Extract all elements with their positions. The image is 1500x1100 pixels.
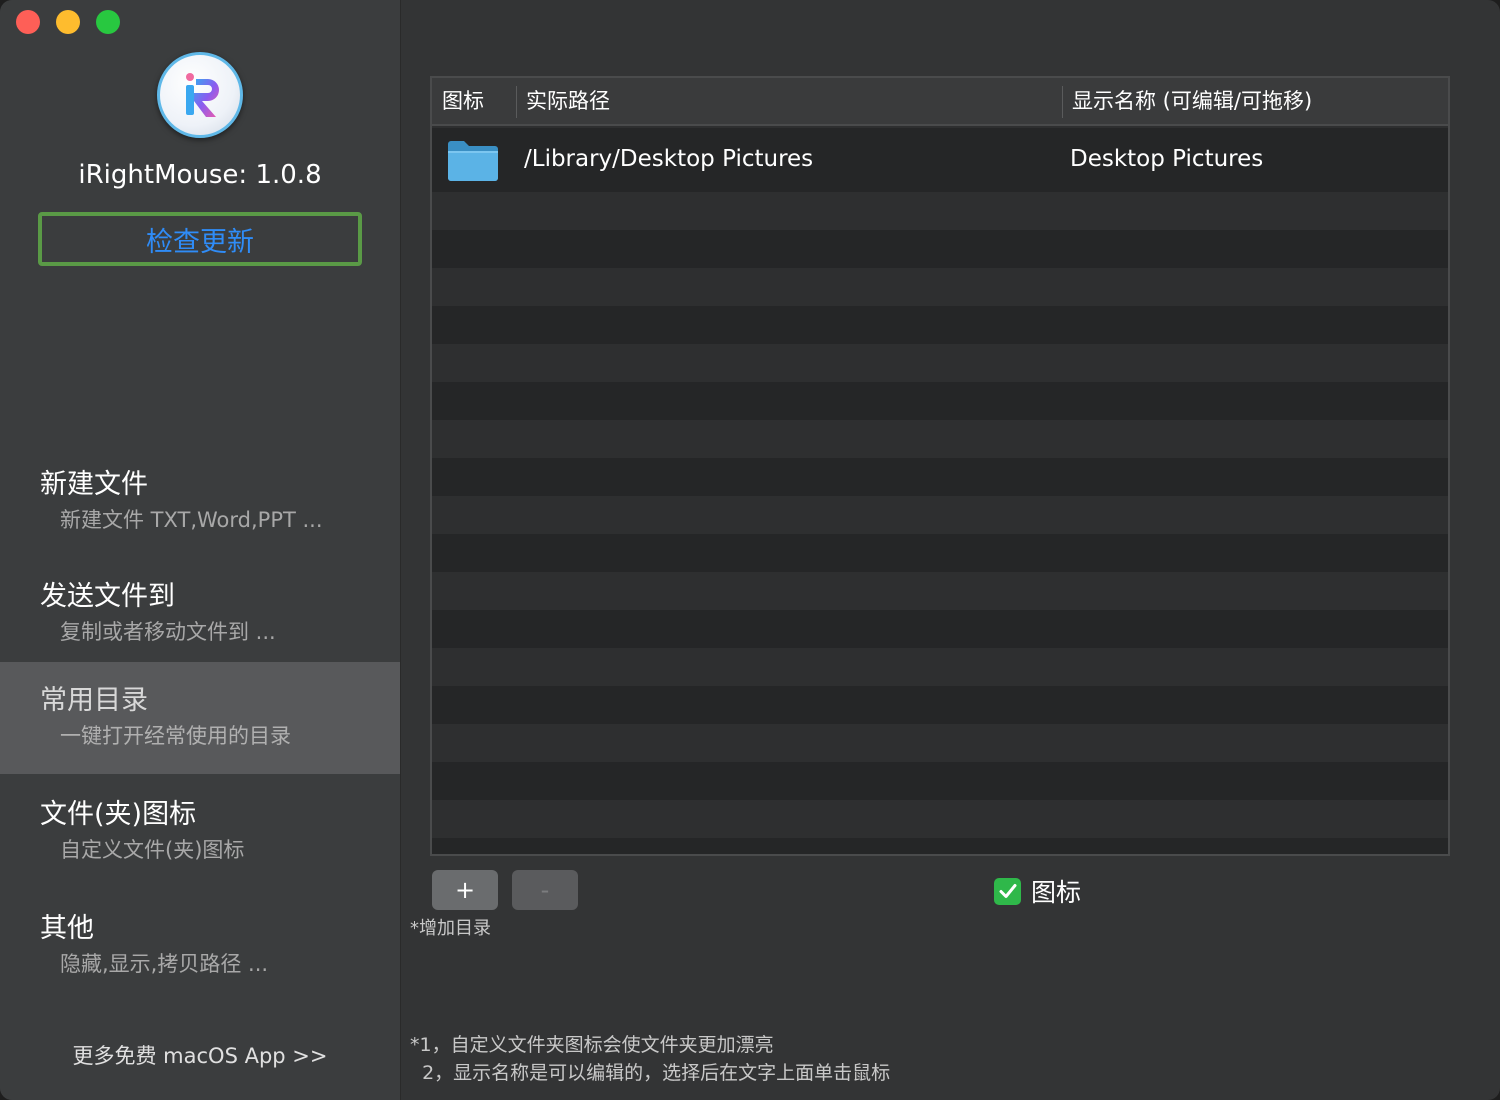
empty-row bbox=[432, 572, 1448, 610]
sidebar-item-title: 其他 bbox=[40, 913, 94, 944]
sidebar-item-other[interactable]: 其他 隐藏,显示,拷贝路径 ... bbox=[0, 890, 400, 1002]
sidebar-item-subtitle: 新建文件 TXT,Word,PPT ... bbox=[60, 508, 323, 532]
app-version-label: iRightMouse: 1.0.8 bbox=[78, 160, 322, 190]
sidebar: iRightMouse: 1.0.8 检查更新 新建文件 新建文件 TXT,Wo… bbox=[0, 0, 401, 1100]
empty-row bbox=[432, 800, 1448, 838]
empty-row bbox=[432, 838, 1448, 854]
sidebar-item-subtitle: 复制或者移动文件到 ... bbox=[60, 620, 276, 644]
app-window: iRightMouse: 1.0.8 检查更新 新建文件 新建文件 TXT,Wo… bbox=[0, 0, 1500, 1100]
empty-row bbox=[432, 610, 1448, 648]
icon-checkbox-label: 图标 bbox=[1031, 878, 1082, 907]
more-apps-link[interactable]: 更多免费 macOS App >> bbox=[0, 1040, 400, 1070]
row-display-name[interactable]: Desktop Pictures bbox=[1070, 146, 1263, 172]
sidebar-item-send-to[interactable]: 发送文件到 复制或者移动文件到 ... bbox=[0, 558, 400, 670]
empty-row bbox=[432, 648, 1448, 686]
zoom-window-button[interactable] bbox=[96, 10, 120, 34]
empty-row bbox=[432, 762, 1448, 800]
help-note-2: 2，显示名称是可以编辑的，选择后在文字上面单击鼠标 bbox=[410, 1062, 891, 1084]
help-note-1: *1，自定义文件夹图标会使文件夹更加漂亮 bbox=[410, 1034, 774, 1056]
empty-row bbox=[432, 420, 1448, 458]
check-update-button[interactable]: 检查更新 bbox=[38, 212, 362, 266]
column-header-icon[interactable]: 图标 bbox=[442, 78, 484, 126]
icon-checkbox[interactable] bbox=[994, 877, 1021, 905]
sidebar-item-new-file[interactable]: 新建文件 新建文件 TXT,Word,PPT ... bbox=[0, 446, 400, 558]
add-directory-button[interactable]: + bbox=[432, 870, 498, 910]
empty-row bbox=[432, 686, 1448, 724]
directory-table[interactable]: 图标 实际路径 显示名称 (可编辑/可拖移) /Library/Desktop … bbox=[430, 76, 1450, 856]
sidebar-item-subtitle: 自定义文件(夹)图标 bbox=[60, 838, 245, 862]
column-divider[interactable] bbox=[1062, 86, 1063, 118]
empty-row bbox=[432, 230, 1448, 268]
add-directory-hint: *增加目录 bbox=[410, 918, 491, 939]
empty-row bbox=[432, 192, 1448, 230]
sidebar-item-subtitle: 隐藏,显示,拷贝路径 ... bbox=[60, 952, 269, 976]
minimize-window-button[interactable] bbox=[56, 10, 80, 34]
sidebar-item-title: 新建文件 bbox=[40, 469, 148, 500]
empty-row bbox=[432, 496, 1448, 534]
empty-row bbox=[432, 306, 1448, 344]
table-header: 图标 实际路径 显示名称 (可编辑/可拖移) bbox=[432, 78, 1448, 126]
column-divider[interactable] bbox=[516, 86, 517, 118]
row-path: /Library/Desktop Pictures bbox=[524, 146, 814, 172]
sidebar-item-subtitle: 一键打开经常使用的目录 bbox=[60, 724, 291, 748]
empty-row bbox=[432, 382, 1448, 420]
sidebar-item-folder-icons[interactable]: 文件(夹)图标 自定义文件(夹)图标 bbox=[0, 776, 400, 888]
column-header-display-name[interactable]: 显示名称 (可编辑/可拖移) bbox=[1072, 78, 1312, 126]
table-row[interactable]: /Library/Desktop Pictures Desktop Pictur… bbox=[432, 128, 1448, 192]
sidebar-item-title: 文件(夹)图标 bbox=[40, 799, 197, 830]
sidebar-item-title: 常用目录 bbox=[40, 685, 148, 716]
icon-checkbox-row[interactable]: 图标 bbox=[994, 876, 1082, 907]
sidebar-item-title: 发送文件到 bbox=[40, 581, 175, 612]
table-body: /Library/Desktop Pictures Desktop Pictur… bbox=[432, 128, 1448, 854]
checkmark-icon bbox=[999, 884, 1016, 898]
empty-row bbox=[432, 724, 1448, 762]
sidebar-item-common-dirs[interactable]: 常用目录 一键打开经常使用的目录 bbox=[0, 662, 400, 774]
empty-row bbox=[432, 344, 1448, 382]
empty-row bbox=[432, 534, 1448, 572]
close-window-button[interactable] bbox=[16, 10, 40, 34]
check-update-label: 检查更新 bbox=[146, 226, 254, 258]
app-logo-icon bbox=[157, 52, 243, 138]
empty-row bbox=[432, 268, 1448, 306]
column-header-path[interactable]: 实际路径 bbox=[526, 78, 610, 126]
folder-icon bbox=[446, 140, 500, 186]
remove-directory-button[interactable]: - bbox=[512, 870, 578, 910]
empty-row bbox=[432, 458, 1448, 496]
